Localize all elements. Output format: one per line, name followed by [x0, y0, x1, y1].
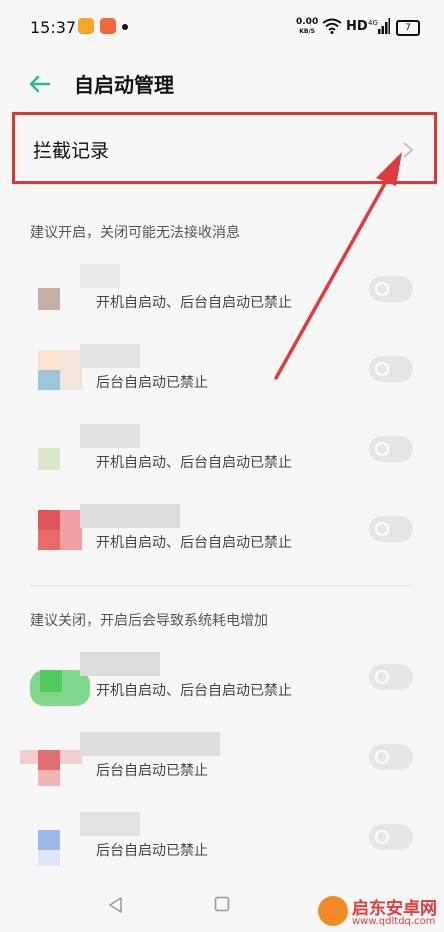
- toggle-knob: [375, 442, 389, 456]
- app-autostart-status: 开机自启动、后台自启动已禁止: [96, 535, 292, 551]
- autostart-toggle[interactable]: [369, 516, 413, 542]
- app-row: 开机自启动、后台自启动已禁止: [0, 252, 444, 332]
- autostart-toggle[interactable]: [369, 744, 413, 770]
- app-row: 开机自启动、后台自启动已禁止: [0, 412, 444, 492]
- app-autostart-status: 后台自启动已禁止: [96, 763, 208, 779]
- app-autostart-status: 开机自启动、后台自启动已禁止: [96, 683, 292, 699]
- section-divider: [30, 585, 414, 586]
- nav-home-icon[interactable]: [214, 896, 230, 912]
- network-speed: 0.00 KB/S: [296, 17, 319, 36]
- app-autostart-status: 后台自启动已禁止: [96, 843, 208, 859]
- intercept-record-label: 拦截记录: [33, 140, 110, 162]
- autostart-toggle[interactable]: [369, 664, 413, 690]
- network-type: HD: [346, 19, 368, 34]
- page-title: 自启动管理: [74, 73, 174, 97]
- toggle-knob: [375, 282, 389, 296]
- status-time: 15:37: [30, 18, 77, 37]
- autostart-toggle[interactable]: [369, 436, 413, 462]
- app-row: 开机自启动、后台自启动已禁止: [0, 492, 444, 572]
- toggle-knob: [375, 362, 389, 376]
- app-header: 自启动管理: [0, 56, 444, 112]
- toggle-knob: [375, 670, 389, 684]
- app-autostart-status: 开机自启动、后台自启动已禁止: [96, 455, 292, 471]
- watermark-logo: 启东安卓网 www.qdltdq.com: [316, 892, 444, 932]
- wifi-icon: [322, 18, 342, 34]
- back-arrow-icon[interactable]: [28, 72, 52, 96]
- autostart-toggle[interactable]: [369, 824, 413, 850]
- app-autostart-status: 开机自启动、后台自启动已禁止: [96, 295, 292, 311]
- app-row: 后台自启动已禁止: [0, 720, 444, 800]
- notification-dot-icon: [122, 24, 128, 30]
- autostart-toggle[interactable]: [369, 276, 413, 302]
- section-title: 建议开启，关闭可能无法接收消息: [30, 225, 240, 241]
- status-bar: 15:37 0.00 KB/S HD 4G 7: [0, 0, 444, 56]
- toggle-knob: [375, 750, 389, 764]
- watermark-logo-icon: [318, 896, 348, 926]
- chevron-right-icon: [403, 142, 414, 158]
- app-row: 后台自启动已禁止: [0, 800, 444, 880]
- toggle-knob: [375, 830, 389, 844]
- signal-type: 4G: [368, 19, 378, 27]
- notification-app-icon: [78, 18, 94, 34]
- section-title: 建议关闭，开启后会导致系统耗电增加: [30, 613, 268, 629]
- signal-icon: 4G: [368, 18, 390, 34]
- battery-icon: 7: [396, 20, 420, 36]
- app-autostart-status: 后台自启动已禁止: [96, 375, 208, 391]
- notification-app-icon: [100, 18, 116, 34]
- intercept-record-row[interactable]: 拦截记录: [12, 112, 437, 184]
- app-row: 后台自启动已禁止: [0, 332, 444, 412]
- autostart-toggle[interactable]: [369, 356, 413, 382]
- watermark-url: www.qdltdq.com: [352, 916, 436, 927]
- toggle-knob: [375, 522, 389, 536]
- nav-back-icon[interactable]: [107, 896, 123, 914]
- app-row: 开机自启动、后台自启动已禁止: [0, 640, 444, 720]
